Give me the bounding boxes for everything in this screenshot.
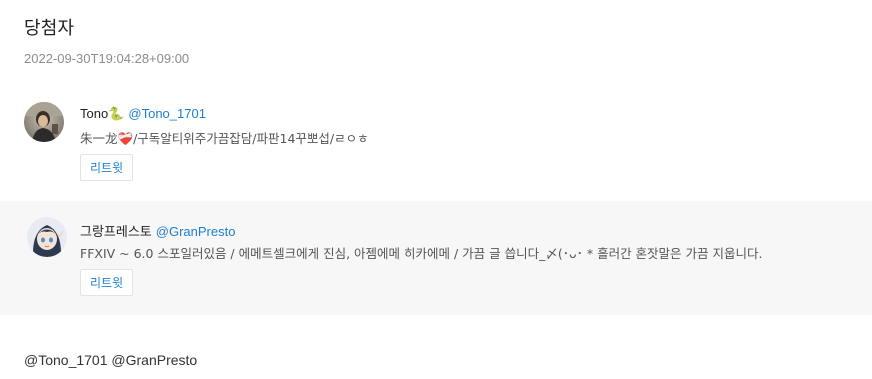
user-bio: FFXIV ~ 6.0 스포일러있음 / 에메트셀크에게 진심, 아젬에메 히카… <box>80 246 763 261</box>
display-name: 그랑프레스토 <box>80 224 152 239</box>
user-name-line: Tono🐍 @Tono_1701 <box>80 106 206 122</box>
page-title: 당첨자 <box>24 18 75 39</box>
avatar-anime-girl-icon <box>27 217 67 257</box>
avatar[interactable] <box>24 102 64 142</box>
user-handle-link[interactable]: @GranPresto <box>156 224 236 239</box>
user-bio: 朱一龙❤️‍🩹/구독알티위주가끔잡담/파판14꾸뽀섭/ㄹㅇㅎ <box>80 131 369 146</box>
draw-timestamp: 2022-09-30T19:04:28+09:00 <box>24 51 190 66</box>
retweet-button[interactable]: 리트윗 <box>80 154 134 181</box>
user-name-line: 그랑프레스토 @GranPresto <box>80 221 235 240</box>
winners-page: 당첨자 2022-09-30T19:04:28+09:00 Tono🐍 @Ton… <box>0 0 872 379</box>
retweet-button[interactable]: 리트윗 <box>80 269 134 296</box>
display-name: Tono🐍 <box>80 106 125 121</box>
avatar-photo-icon <box>24 102 64 142</box>
winner-item: Tono🐍 @Tono_1701 朱一龙❤️‍🩹/구독알티위주가끔잡담/파판14꾸… <box>0 86 872 201</box>
winner-mentions: @Tono_1701 @GranPresto <box>24 352 198 368</box>
user-handle-link[interactable]: @Tono_1701 <box>128 106 206 121</box>
winner-item: 그랑프레스토 @GranPresto FFXIV ~ 6.0 스포일러있음 / 에… <box>0 201 872 315</box>
avatar[interactable] <box>27 217 67 257</box>
